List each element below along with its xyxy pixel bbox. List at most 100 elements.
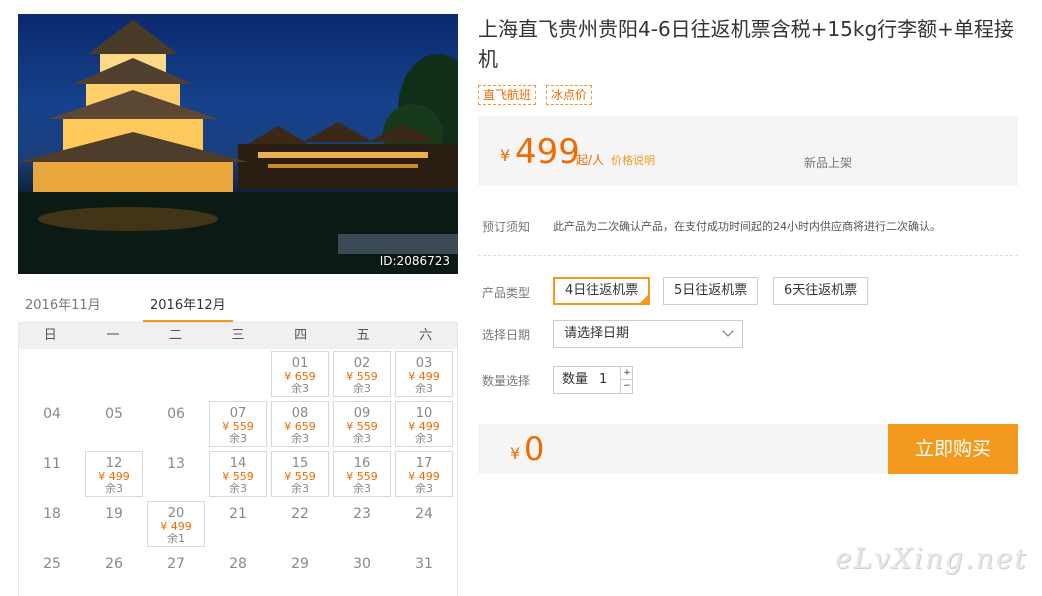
calendar-day-available[interactable]: 08 ¥ 659 余3 bbox=[271, 401, 329, 447]
calendar-day-number: 07 bbox=[229, 406, 247, 421]
calendar-day: 11 bbox=[23, 451, 81, 497]
calendar-day: 25 bbox=[23, 551, 81, 596]
quantity-stepper: 数量 1 + − bbox=[553, 366, 633, 394]
total-currency: ¥ bbox=[510, 444, 521, 463]
calendar-day: 26 bbox=[85, 551, 143, 596]
price-amount: 499 bbox=[515, 132, 580, 172]
weekday-wed: 三 bbox=[231, 328, 245, 343]
quantity-value[interactable]: 1 bbox=[599, 367, 607, 393]
option-6-day[interactable]: 6天往返机票 bbox=[773, 277, 869, 305]
calendar-day-number: 31 bbox=[415, 556, 433, 572]
booking-notice-text: 此产品为二次确认产品，在支付成功时间起的24小时内供应商将进行二次确认。 bbox=[553, 220, 941, 233]
calendar-day-available[interactable]: 15 ¥ 559 余3 bbox=[271, 451, 329, 497]
calendar-day-remaining: 余3 bbox=[353, 482, 371, 495]
calendar-day-available[interactable]: 14 ¥ 559 余3 bbox=[209, 451, 267, 497]
calendar-day-number: 17 bbox=[415, 456, 433, 471]
calendar-day-available[interactable]: 17 ¥ 499 余3 bbox=[395, 451, 453, 497]
calendar-day-number: 05 bbox=[105, 406, 123, 422]
calendar-day-number: 19 bbox=[105, 506, 123, 522]
price-unit: 起/人 bbox=[576, 153, 605, 167]
calendar-day-remaining: 余3 bbox=[415, 382, 433, 395]
calendar-day-number: 03 bbox=[415, 356, 433, 371]
buy-now-button[interactable]: 立即购买 bbox=[888, 424, 1018, 474]
tab-2016-12[interactable]: 2016年12月 bbox=[150, 294, 226, 313]
date-select-placeholder: 请选择日期 bbox=[564, 326, 630, 341]
product-tags: 直飞航班 冰点价 bbox=[478, 85, 593, 105]
calendar-day-remaining: 余3 bbox=[105, 482, 123, 495]
calendar-day-available[interactable]: 03 ¥ 499 余3 bbox=[395, 351, 453, 397]
calendar-day-number: 15 bbox=[291, 456, 309, 471]
calendar-day-number: 13 bbox=[167, 456, 185, 472]
date-select-label: 选择日期 bbox=[482, 328, 531, 342]
calendar-day-number: 09 bbox=[353, 406, 371, 421]
month-tabs: 2016年11月 2016年12月 bbox=[18, 290, 458, 323]
calendar-day-number: 22 bbox=[291, 506, 309, 522]
tab-2016-11[interactable]: 2016年11月 bbox=[25, 294, 101, 313]
weekday-sun: 日 bbox=[43, 328, 57, 343]
calendar-day-number: 30 bbox=[353, 556, 371, 572]
calendar-day: 22 bbox=[271, 501, 329, 547]
calendar-day-available[interactable]: 01 ¥ 659 余3 bbox=[271, 351, 329, 397]
calendar-day: 23 bbox=[333, 501, 391, 547]
calendar-day-number: 11 bbox=[43, 456, 61, 472]
calendar-day: 13 bbox=[147, 451, 205, 497]
calendar-day: 28 bbox=[209, 551, 267, 596]
calendar-day: 27 bbox=[147, 551, 205, 596]
calendar-day-number: 06 bbox=[167, 406, 185, 422]
chevron-down-icon bbox=[722, 325, 734, 337]
section-divider bbox=[478, 255, 1018, 256]
calendar-day-remaining: 余3 bbox=[291, 482, 309, 495]
calendar-day-number: 10 bbox=[415, 406, 433, 421]
option-5-day-label: 5日往返机票 bbox=[674, 283, 748, 298]
calendar-day-number: 24 bbox=[415, 506, 433, 522]
option-5-day[interactable]: 5日往返机票 bbox=[663, 277, 759, 305]
calendar-day-number: 23 bbox=[353, 506, 371, 522]
tag-low-price: 冰点价 bbox=[546, 85, 593, 105]
calendar-day: 21 bbox=[209, 501, 267, 547]
product-photo: ID:2086723 bbox=[18, 14, 458, 274]
price-note-link[interactable]: 价格说明 bbox=[611, 152, 655, 168]
option-4-day[interactable]: 4日往返机票 ✓ bbox=[553, 277, 651, 305]
price-currency: ¥ bbox=[500, 146, 511, 165]
calendar-day: 30 bbox=[333, 551, 391, 596]
quantity-increment-button[interactable]: + bbox=[620, 367, 633, 380]
calendar-day: 24 bbox=[395, 501, 453, 547]
photo-id-label: ID:2086723 bbox=[379, 254, 450, 268]
date-select-dropdown[interactable]: 请选择日期 bbox=[553, 320, 743, 348]
calendar-day-number: 26 bbox=[105, 556, 123, 572]
calendar-day-available[interactable]: 20 ¥ 499 余1 bbox=[147, 501, 205, 547]
weekday-sat: 六 bbox=[419, 328, 433, 343]
calendar-day-available[interactable]: 16 ¥ 559 余3 bbox=[333, 451, 391, 497]
product-type-label: 产品类型 bbox=[482, 286, 531, 300]
calendar-day: 18 bbox=[23, 501, 81, 547]
calendar-day: 06 bbox=[147, 401, 205, 447]
site-watermark: eLvXing.net bbox=[835, 542, 1028, 575]
calendar-day-available[interactable]: 10 ¥ 499 余3 bbox=[395, 401, 453, 447]
calendar-day-number: 01 bbox=[291, 356, 309, 371]
quantity-decrement-button[interactable]: − bbox=[620, 380, 633, 393]
calendar-day: 19 bbox=[85, 501, 143, 547]
calendar-day-available[interactable]: 07 ¥ 559 余3 bbox=[209, 401, 267, 447]
calendar-day-number: 14 bbox=[229, 456, 247, 471]
calendar-day-number: 04 bbox=[43, 406, 61, 422]
calendar-day-available[interactable]: 02 ¥ 559 余3 bbox=[333, 351, 391, 397]
calendar-day-remaining: 余3 bbox=[229, 432, 247, 445]
option-4-day-label: 4日往返机票 bbox=[565, 283, 639, 298]
calendar-day-remaining: 余3 bbox=[415, 432, 433, 445]
calendar-day-remaining: 余3 bbox=[291, 382, 309, 395]
calendar-day-remaining: 余3 bbox=[353, 432, 371, 445]
calendar-day-number: 16 bbox=[353, 456, 371, 471]
weekday-mon: 一 bbox=[106, 328, 120, 343]
calendar-day-available[interactable]: 09 ¥ 559 余3 bbox=[333, 401, 391, 447]
calendar-day-remaining: 余1 bbox=[167, 532, 185, 545]
quantity-field-label: 数量 bbox=[562, 372, 589, 387]
calendar-weekday-header: 日 一 二 三 四 五 六 bbox=[19, 323, 457, 349]
calendar-day: 31 bbox=[395, 551, 453, 596]
calendar-day-number: 21 bbox=[229, 506, 247, 522]
new-product-status: 新品上架 bbox=[804, 156, 853, 170]
calendar-day: 05 bbox=[85, 401, 143, 447]
calendar-day-available[interactable]: 12 ¥ 499 余3 bbox=[85, 451, 143, 497]
weekday-thu: 四 bbox=[294, 328, 308, 343]
quantity-label: 数量选择 bbox=[482, 374, 531, 388]
weekday-tue: 二 bbox=[168, 328, 182, 343]
